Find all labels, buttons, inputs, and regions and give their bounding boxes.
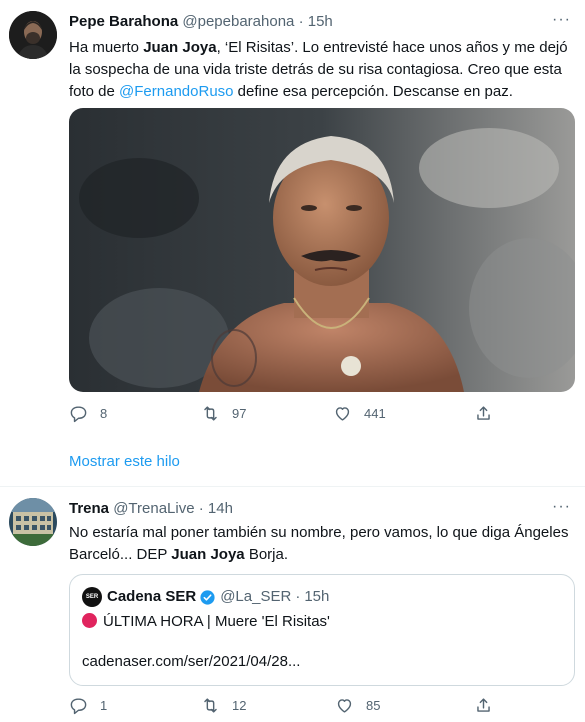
tweet-trena[interactable]: Trena @TrenaLive · 14h ··· No estaría ma… bbox=[0, 487, 585, 722]
like-count: 85 bbox=[366, 698, 381, 713]
mention-link[interactable]: @FernandoRuso bbox=[119, 83, 233, 100]
share-button[interactable] bbox=[474, 696, 493, 715]
quoted-text: ÚLTIMA HORA | Muere 'El Risitas' bbox=[103, 613, 330, 630]
avatar[interactable] bbox=[9, 11, 57, 59]
quoted-text-line: ÚLTIMA HORA | Muere 'El Risitas' bbox=[82, 612, 330, 632]
text-part: No estaría mal poner también su nombre, … bbox=[69, 524, 569, 563]
tweet-pepe-barahona[interactable]: Pepe Barahona @pepebarahona · 15h ··· Ha… bbox=[0, 0, 585, 484]
retweet-button[interactable]: 12 bbox=[201, 696, 246, 715]
like-button[interactable]: 85 bbox=[335, 696, 380, 715]
tweet-header: Pepe Barahona @pepebarahona · 15h bbox=[69, 12, 333, 32]
like-icon bbox=[335, 407, 350, 421]
reply-button[interactable]: 1 bbox=[69, 696, 107, 715]
separator: · bbox=[298, 13, 304, 30]
quoted-display-name[interactable]: Cadena SER bbox=[107, 587, 196, 607]
reply-count: 1 bbox=[100, 698, 108, 713]
retweet-icon bbox=[204, 698, 217, 713]
text-bold: Juan Joya bbox=[171, 546, 245, 563]
tweet-text: No estaría mal poner también su nombre, … bbox=[69, 522, 575, 566]
user-handle[interactable]: @TrenaLive bbox=[113, 500, 194, 517]
quoted-tweet[interactable]: SER Cadena SER @La_SER · 15h ÚLTIMA HORA… bbox=[69, 574, 575, 686]
quoted-link[interactable]: cadenaser.com/ser/2021/04/28... bbox=[82, 652, 300, 672]
text-bold: Juan Joya bbox=[143, 39, 217, 56]
quoted-timestamp[interactable]: 15h bbox=[304, 587, 329, 607]
user-handle[interactable]: @pepebarahona bbox=[182, 13, 294, 30]
display-name[interactable]: Trena bbox=[69, 500, 109, 517]
tweet-header: Trena @TrenaLive · 14h bbox=[69, 499, 233, 519]
show-thread-link[interactable]: Mostrar este hilo bbox=[69, 453, 180, 470]
portrait-photo-image bbox=[69, 108, 575, 392]
quoted-tweet-header: SER Cadena SER @La_SER · 15h bbox=[82, 587, 329, 607]
retweet-button[interactable]: 97 bbox=[201, 404, 246, 423]
like-count: 441 bbox=[364, 406, 386, 421]
reply-button[interactable]: 8 bbox=[69, 404, 107, 423]
tweet-photo[interactable] bbox=[69, 108, 575, 392]
share-icon bbox=[477, 406, 490, 420]
avatar[interactable] bbox=[9, 498, 57, 546]
timestamp[interactable]: 14h bbox=[208, 500, 233, 517]
timestamp[interactable]: 15h bbox=[308, 13, 333, 30]
reply-count: 8 bbox=[100, 406, 108, 421]
more-icon[interactable]: ··· bbox=[552, 497, 571, 517]
verified-icon bbox=[200, 589, 215, 605]
quoted-handle[interactable]: @La_SER bbox=[220, 587, 291, 607]
tweet-text: Ha muerto Juan Joya, ‘El Risitas’. Lo en… bbox=[69, 37, 575, 103]
avatar-building-image bbox=[9, 498, 57, 546]
retweet-icon bbox=[204, 406, 217, 421]
text-part: define esa percepción. Descanse en paz. bbox=[233, 83, 513, 100]
share-icon bbox=[477, 698, 490, 712]
text-part: Borja. bbox=[244, 546, 289, 563]
like-icon bbox=[337, 699, 352, 713]
breaking-news-dot bbox=[82, 613, 97, 628]
tweet-actions: 1 12 85 bbox=[69, 696, 490, 718]
quoted-avatar[interactable]: SER bbox=[82, 587, 102, 607]
more-icon[interactable]: ··· bbox=[552, 10, 571, 30]
reply-icon bbox=[70, 698, 87, 715]
display-name[interactable]: Pepe Barahona bbox=[69, 13, 178, 30]
share-button[interactable] bbox=[474, 404, 493, 423]
separator: · bbox=[295, 588, 301, 605]
reply-icon bbox=[70, 406, 87, 423]
tweet-actions: 8 97 441 bbox=[69, 404, 490, 426]
text-part: Ha muerto bbox=[69, 39, 144, 56]
retweet-count: 97 bbox=[232, 406, 247, 421]
like-button[interactable]: 441 bbox=[333, 404, 386, 423]
avatar-portrait-image bbox=[9, 11, 57, 59]
separator: · bbox=[198, 500, 204, 517]
retweet-count: 12 bbox=[232, 698, 247, 713]
